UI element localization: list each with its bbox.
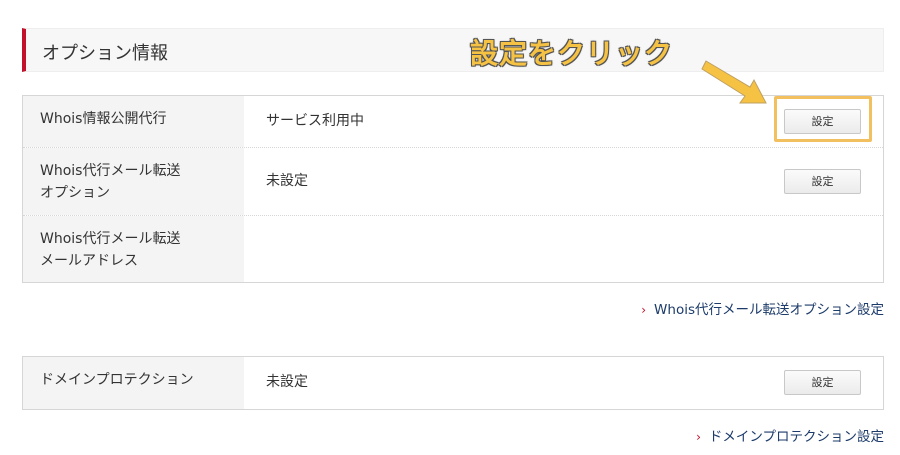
row-label: ドメインプロテクション [23,357,244,409]
arrow-pointer-icon [701,60,767,104]
chevron-right-icon: › [696,430,701,444]
link-text: Whois代行メール転送オプション設定 [654,302,884,318]
row-label-line2: オプション [40,185,110,201]
link-text: ドメインプロテクション設定 [708,429,884,445]
status-text: サービス利用中 [266,113,364,129]
row-label: Whois代行メール転送 オプション [23,148,244,215]
row-value: 未設定 設定 [244,357,883,409]
row-value: 未設定 設定 [244,148,883,215]
whois-mail-forward-settings-link[interactable]: › Whois代行メール転送オプション設定 [641,298,884,318]
row-label-text: Whois情報公開代行 [40,111,167,127]
chevron-right-icon: › [641,303,647,317]
row-label-line1: Whois代行メール転送 [40,163,181,179]
option-info-page: オプション情報 Whois情報公開代行 サービス利用中 設定 Whois代行メー… [0,0,900,455]
table-row-domain-protection: ドメインプロテクション 未設定 設定 [23,357,883,409]
annotation-callout: 設定をクリック [470,37,674,70]
table-row-mail-forward-address: Whois代行メール転送 メールアドレス [23,216,883,282]
section-title: オプション情報 [42,43,168,64]
row-label-line1: Whois代行メール転送 [40,231,181,247]
whois-options-table: Whois情報公開代行 サービス利用中 設定 Whois代行メール転送 オプショ… [22,95,884,283]
highlight-box [774,96,872,142]
row-label-line2: メールアドレス [40,253,138,269]
domain-protection-settings-button[interactable]: 設定 [784,370,861,395]
row-value [244,216,883,282]
domain-protection-table: ドメインプロテクション 未設定 設定 [22,356,884,410]
row-label: Whois代行メール転送 メールアドレス [23,216,244,282]
domain-protection-settings-link[interactable]: › ドメインプロテクション設定 [696,425,884,445]
mail-forward-settings-button[interactable]: 設定 [784,169,861,194]
status-text: 未設定 [266,374,308,390]
table-row-mail-forward-option: Whois代行メール転送 オプション 未設定 設定 [23,148,883,216]
row-label-text: ドメインプロテクション [40,372,194,388]
status-text: 未設定 [266,173,308,189]
row-label: Whois情報公開代行 [23,96,244,147]
